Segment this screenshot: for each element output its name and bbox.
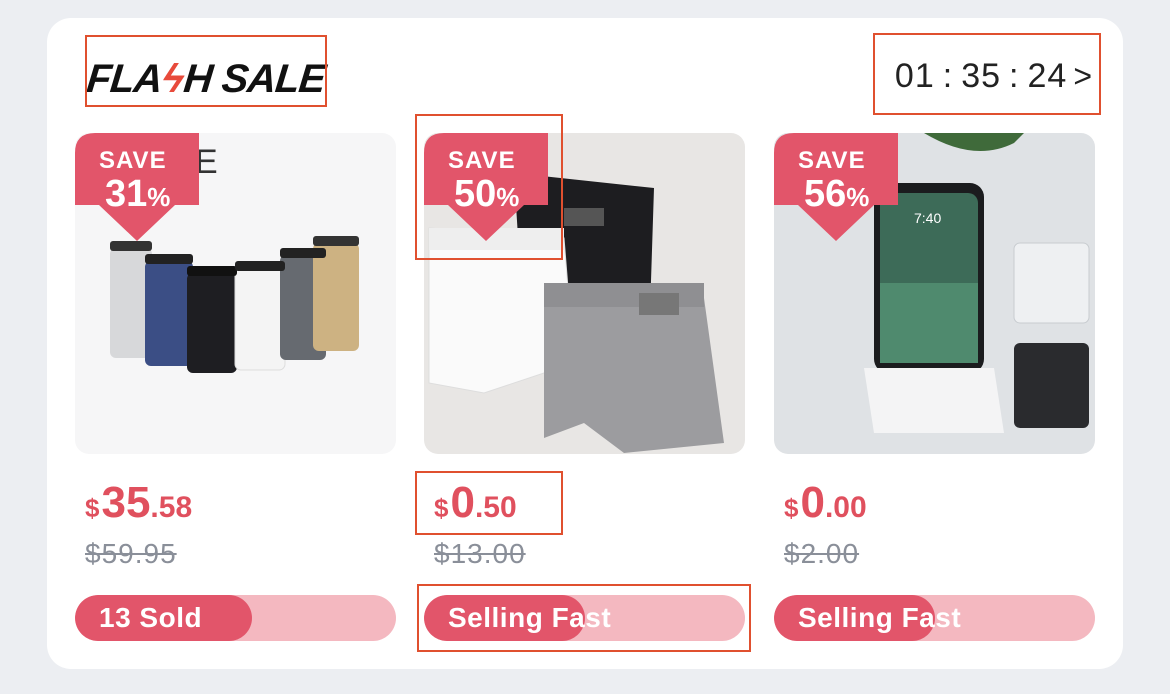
- progress-highlight-box: [417, 584, 751, 652]
- svg-text:7:40: 7:40: [914, 210, 941, 226]
- logo-highlight-box: [85, 35, 327, 107]
- save-badge: SAVE 31%: [75, 133, 199, 243]
- price-highlight-box: [415, 471, 563, 535]
- product-image-phone-stand[interactable]: 7:40 SAVE 56%: [774, 133, 1095, 454]
- progress-label: Selling Fast: [798, 602, 962, 633]
- save-label: SAVE: [798, 147, 866, 174]
- original-price: $59.95: [85, 538, 177, 569]
- badge-highlight-box: [415, 114, 563, 260]
- timer-highlight-box: [873, 33, 1101, 115]
- original-price: $13.00: [434, 538, 526, 569]
- sales-progress-bar: 13 Sold: [75, 595, 396, 641]
- sale-price: $35.58: [85, 478, 193, 527]
- save-badge: SAVE 56%: [774, 133, 898, 243]
- save-percent: 56%: [804, 173, 870, 215]
- sale-price: $0.00: [784, 478, 867, 527]
- progress-label: 13 Sold: [99, 602, 203, 633]
- save-label: SAVE: [99, 147, 167, 174]
- save-percent: 31%: [105, 173, 171, 215]
- product-image-tumblers[interactable]: E SAVE 31%: [75, 133, 396, 454]
- original-price: $2.00: [784, 538, 860, 569]
- product-card[interactable]: E SAVE 31% $ 35 .58 $59.95 13 Sold: [75, 133, 396, 641]
- flash-sale-card: FLA ϟ H SALE 01 : 35 : 24 > E SAVE 31% $…: [47, 18, 1123, 669]
- sales-progress-bar: Selling Fast: [774, 595, 1095, 641]
- product-card[interactable]: 7:40 SAVE 56% $0.00 $2.00 Selling Fast: [774, 133, 1095, 641]
